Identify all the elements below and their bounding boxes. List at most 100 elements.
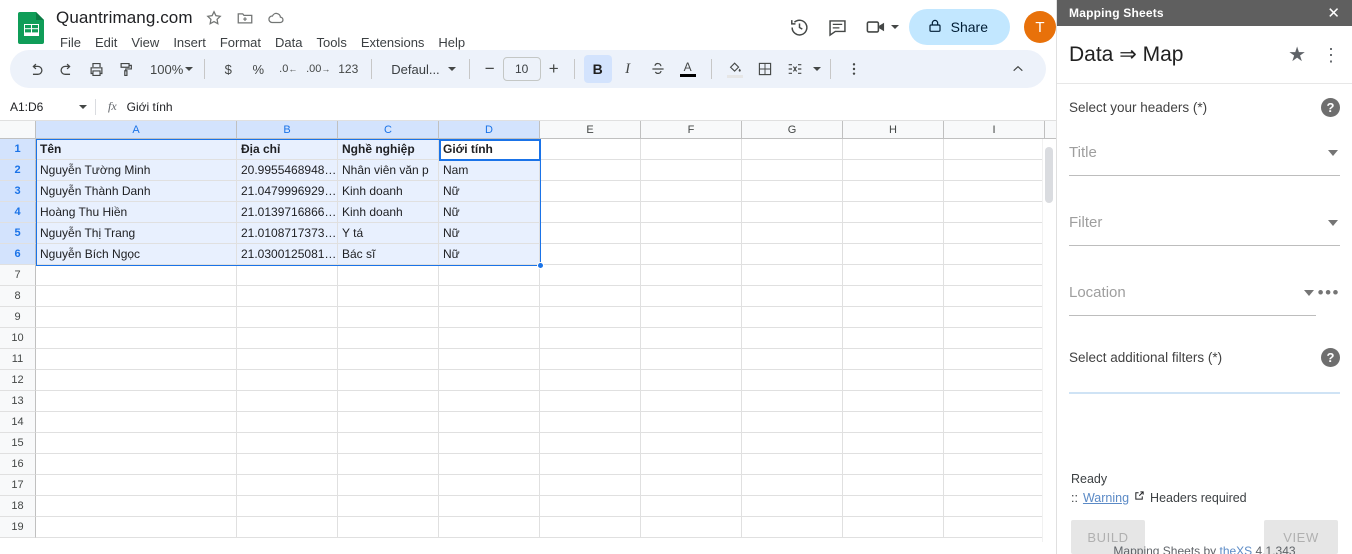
cell-A14[interactable] (36, 412, 237, 433)
cell-E8[interactable] (540, 286, 641, 307)
title-select[interactable]: Title (1069, 130, 1340, 176)
cell-H2[interactable] (843, 160, 944, 181)
cell-C19[interactable] (338, 517, 439, 538)
vertical-scrollbar-thumb[interactable] (1045, 147, 1053, 203)
formula-input[interactable]: Giới tính (127, 100, 173, 114)
cell-D9[interactable] (439, 307, 540, 328)
row-header-12[interactable]: 12 (0, 370, 36, 391)
select-all-corner[interactable] (0, 121, 36, 138)
cell-C13[interactable] (338, 391, 439, 412)
cell-D18[interactable] (439, 496, 540, 517)
cell-G2[interactable] (742, 160, 843, 181)
close-icon[interactable]: ✕ (1327, 6, 1340, 21)
cell-H11[interactable] (843, 349, 944, 370)
row-header-8[interactable]: 8 (0, 286, 36, 307)
bold-button[interactable]: B (583, 55, 612, 83)
row-header-15[interactable]: 15 (0, 433, 36, 454)
italic-button[interactable]: I (614, 55, 642, 83)
row-header-7[interactable]: 7 (0, 265, 36, 286)
cell-G14[interactable] (742, 412, 843, 433)
cell-H3[interactable] (843, 181, 944, 202)
cell-F8[interactable] (641, 286, 742, 307)
cell-H17[interactable] (843, 475, 944, 496)
cell-A19[interactable] (36, 517, 237, 538)
cell-B3[interactable]: 21.0479996929… (237, 181, 338, 202)
cell-G13[interactable] (742, 391, 843, 412)
cell-G10[interactable] (742, 328, 843, 349)
cell-B16[interactable] (237, 454, 338, 475)
cell-E18[interactable] (540, 496, 641, 517)
cell-B2[interactable]: 20.9955468948… (237, 160, 338, 181)
print-icon[interactable] (82, 55, 110, 83)
cell-E9[interactable] (540, 307, 641, 328)
cell-I2[interactable] (944, 160, 1045, 181)
collapse-toolbar-icon[interactable] (1004, 55, 1032, 83)
cell-F5[interactable] (641, 223, 742, 244)
cloud-saved-icon[interactable] (267, 9, 285, 27)
row-header-4[interactable]: 4 (0, 202, 36, 223)
cell-G11[interactable] (742, 349, 843, 370)
cell-B5[interactable]: 21.0108717373… (237, 223, 338, 244)
cell-C14[interactable] (338, 412, 439, 433)
cell-A5[interactable]: Nguyễn Thị Trang (36, 223, 237, 244)
column-header-H[interactable]: H (843, 121, 944, 138)
more-options-icon[interactable] (840, 55, 868, 83)
cell-D2[interactable]: Nam (439, 160, 540, 181)
cell-E10[interactable] (540, 328, 641, 349)
cell-E12[interactable] (540, 370, 641, 391)
cell-G4[interactable] (742, 202, 843, 223)
cell-D14[interactable] (439, 412, 540, 433)
cell-G8[interactable] (742, 286, 843, 307)
cell-H18[interactable] (843, 496, 944, 517)
row-header-6[interactable]: 6 (0, 244, 36, 265)
decrease-font-size-button[interactable]: − (479, 59, 501, 79)
row-header-18[interactable]: 18 (0, 496, 36, 517)
cell-A12[interactable] (36, 370, 237, 391)
column-header-B[interactable]: B (237, 121, 338, 138)
cell-C3[interactable]: Kinh doanh (338, 181, 439, 202)
cell-F7[interactable] (641, 265, 742, 286)
cell-E6[interactable] (540, 244, 641, 265)
cell-A2[interactable]: Nguyễn Tường Minh (36, 160, 237, 181)
row-header-1[interactable]: 1 (0, 139, 36, 160)
cell-A9[interactable] (36, 307, 237, 328)
cell-D5[interactable]: Nữ (439, 223, 540, 244)
cell-F10[interactable] (641, 328, 742, 349)
cell-B12[interactable] (237, 370, 338, 391)
footer-link[interactable]: theXS (1220, 544, 1253, 554)
cell-A8[interactable] (36, 286, 237, 307)
row-header-17[interactable]: 17 (0, 475, 36, 496)
cell-G7[interactable] (742, 265, 843, 286)
cell-I18[interactable] (944, 496, 1045, 517)
cell-G9[interactable] (742, 307, 843, 328)
redo-icon[interactable] (52, 55, 80, 83)
increase-decimal-button[interactable]: .00→ (304, 55, 332, 83)
cell-B19[interactable] (237, 517, 338, 538)
cell-C9[interactable] (338, 307, 439, 328)
borders-icon[interactable] (751, 55, 779, 83)
cell-I5[interactable] (944, 223, 1045, 244)
cell-B1[interactable]: Địa chỉ (237, 139, 338, 160)
cell-D16[interactable] (439, 454, 540, 475)
cell-I11[interactable] (944, 349, 1045, 370)
cell-A16[interactable] (36, 454, 237, 475)
cell-G12[interactable] (742, 370, 843, 391)
chevron-down-icon[interactable] (812, 67, 821, 71)
cell-F16[interactable] (641, 454, 742, 475)
font-family-select[interactable]: Defaul... (381, 62, 459, 77)
cell-A7[interactable] (36, 265, 237, 286)
cell-C12[interactable] (338, 370, 439, 391)
cell-D10[interactable] (439, 328, 540, 349)
cell-H14[interactable] (843, 412, 944, 433)
cell-A17[interactable] (36, 475, 237, 496)
cell-H1[interactable] (843, 139, 944, 160)
filter-select[interactable]: Filter (1069, 200, 1340, 246)
row-header-3[interactable]: 3 (0, 181, 36, 202)
cell-E17[interactable] (540, 475, 641, 496)
cell-H13[interactable] (843, 391, 944, 412)
cell-C4[interactable]: Kinh doanh (338, 202, 439, 223)
cell-E2[interactable] (540, 160, 641, 181)
cell-E13[interactable] (540, 391, 641, 412)
row-header-2[interactable]: 2 (0, 160, 36, 181)
version-history-icon[interactable] (781, 8, 819, 46)
